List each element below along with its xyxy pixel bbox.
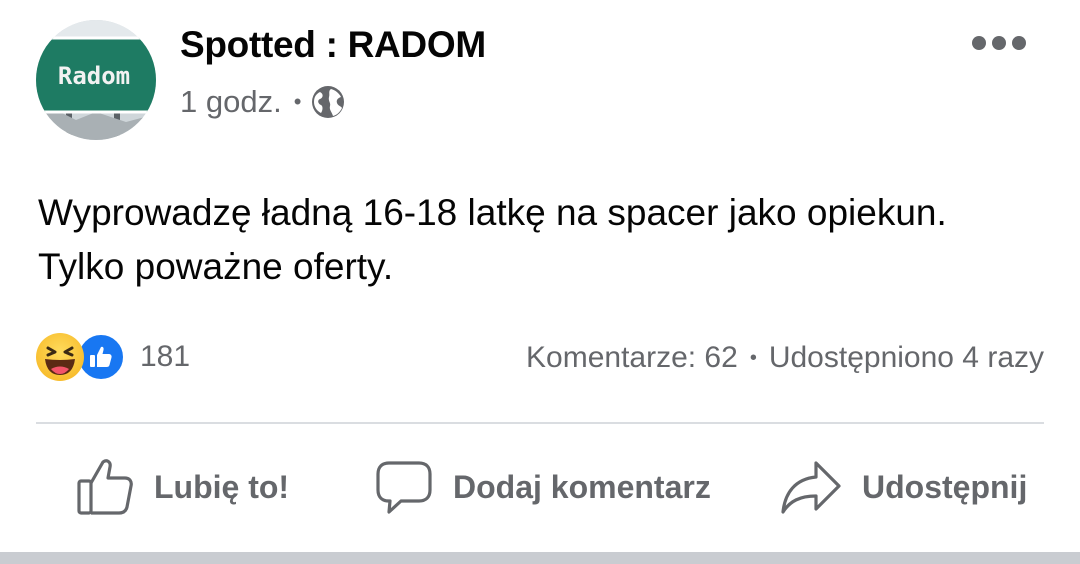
comment-button[interactable]: Dodaj komentarz <box>375 455 711 519</box>
thumbs-up-icon <box>77 459 133 515</box>
like-button[interactable]: Lubię to! <box>76 455 289 519</box>
post-time[interactable]: 1 godz. <box>180 84 282 120</box>
comments-count-link[interactable]: Komentarze: 62 <box>526 341 738 375</box>
page-name[interactable]: Spotted : RADOM <box>180 24 486 66</box>
share-arrow-icon <box>781 461 841 514</box>
post-text-line: Wyprowadzę ładną 16-18 latkę na spacer j… <box>38 192 947 233</box>
comment-bubble-icon <box>376 461 432 514</box>
post-stats: Komentarze: 62 • Udostępniono 4 razy <box>526 336 1044 380</box>
more-dot-icon <box>1012 36 1026 50</box>
shares-count-link[interactable]: Udostępniono 4 razy <box>769 341 1044 375</box>
stats-separator: • <box>749 346 757 369</box>
reactions-summary[interactable]: 181 <box>36 332 190 382</box>
more-dot-icon <box>992 36 1006 50</box>
like-button-label: Lubię to! <box>154 468 290 505</box>
avatar-sign-text: Radom <box>58 62 130 90</box>
page-avatar[interactable]: Radom <box>36 20 156 140</box>
feed-separator-bar <box>0 552 1080 564</box>
post-text-line: Tylko poważne oferty. <box>38 246 394 287</box>
more-dot-icon <box>972 36 986 50</box>
divider <box>36 422 1044 424</box>
share-button[interactable]: Udostępnij <box>780 455 1027 519</box>
meta-separator: • <box>293 89 302 114</box>
globe-icon[interactable] <box>311 85 345 119</box>
post-card: Radom Spotted : RADOM 1 godz. • Wyprowad… <box>0 0 1080 552</box>
radom-sign-image: Radom <box>36 20 156 140</box>
reactions-count: 181 <box>140 340 191 373</box>
more-options-button[interactable] <box>972 28 1026 58</box>
haha-emoji-icon <box>36 333 84 381</box>
post-text: Wyprowadzę ładną 16-18 latkę na spacer j… <box>38 186 1048 294</box>
comment-button-label: Dodaj komentarz <box>453 468 711 505</box>
share-button-label: Udostępnij <box>862 468 1028 505</box>
post-meta: 1 godz. • <box>180 82 345 122</box>
